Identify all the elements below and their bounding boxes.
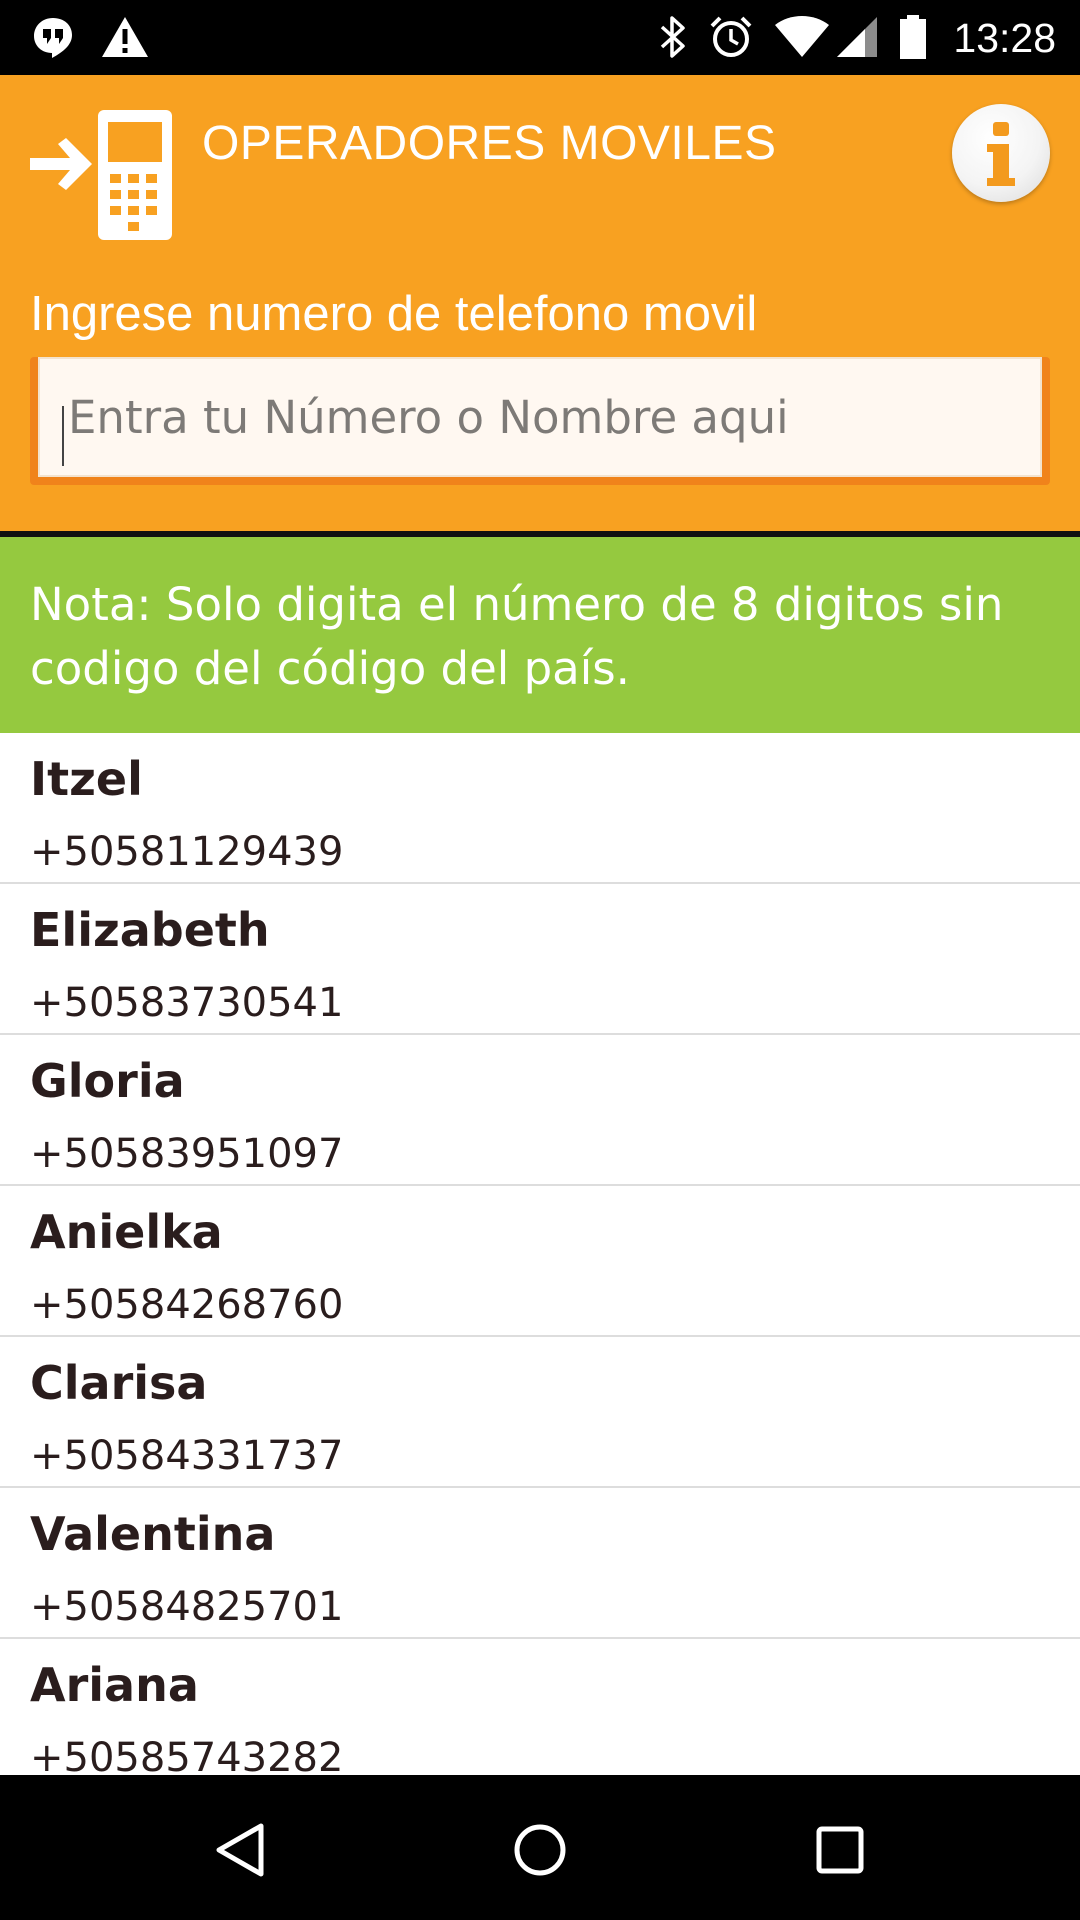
bluetooth-icon (648, 12, 698, 62)
status-time: 13:28 (953, 15, 1056, 61)
page-title: OPERADORES MOVILES (202, 117, 777, 170)
contact-item[interactable]: Clarisa +50584331737 (0, 1337, 1080, 1488)
status-bar: 13:28 (0, 0, 1080, 75)
back-icon[interactable] (196, 1805, 286, 1895)
battery-icon (888, 12, 938, 62)
text-cursor (62, 406, 64, 466)
contact-phone: +50585743282 (30, 1735, 344, 1775)
contact-item[interactable]: Itzel +50581129439 (0, 733, 1080, 884)
contact-item[interactable]: Elizabeth +50583730541 (0, 884, 1080, 1035)
search-input[interactable] (38, 357, 1042, 477)
hangouts-icon (28, 12, 78, 62)
contact-name: Anielka (30, 1205, 223, 1259)
contact-name: Valentina (30, 1507, 276, 1561)
contact-phone: +50581129439 (30, 829, 344, 875)
contact-phone: +50584268760 (30, 1282, 344, 1328)
info-button[interactable] (952, 104, 1050, 202)
search-input-frame (30, 357, 1050, 485)
alarm-icon (706, 12, 756, 62)
contact-name: Elizabeth (30, 903, 270, 957)
phone-prompt-label: Ingrese numero de telefono movil (30, 287, 758, 341)
contact-phone: +50584331737 (30, 1433, 344, 1479)
contact-item[interactable]: Gloria +50583951097 (0, 1035, 1080, 1186)
contact-name: Ariana (30, 1658, 199, 1712)
recents-icon[interactable] (795, 1805, 885, 1895)
contact-phone: +50583730541 (30, 980, 344, 1026)
contact-name: Clarisa (30, 1356, 208, 1410)
contact-phone: +50584825701 (30, 1584, 344, 1630)
phone-arrow-icon (28, 108, 178, 243)
info-icon (981, 118, 1021, 188)
contact-name: Gloria (30, 1054, 185, 1108)
contact-name: Itzel (30, 752, 143, 806)
contact-list: Itzel +50581129439 Elizabeth +5058373054… (0, 733, 1080, 1775)
cell-signal-icon (832, 12, 882, 62)
contact-item[interactable]: Anielka +50584268760 (0, 1186, 1080, 1337)
warning-icon (100, 12, 150, 62)
home-icon[interactable] (495, 1805, 585, 1895)
note-banner: Nota: Solo digita el número de 8 digitos… (0, 537, 1080, 733)
contact-item[interactable]: Ariana +50585743282 (0, 1639, 1080, 1775)
navigation-bar (0, 1775, 1080, 1920)
contact-item[interactable]: Valentina +50584825701 (0, 1488, 1080, 1639)
note-text: Nota: Solo digita el número de 8 digitos… (30, 578, 1004, 695)
wifi-icon (772, 12, 832, 62)
contact-phone: +50583951097 (30, 1131, 344, 1177)
